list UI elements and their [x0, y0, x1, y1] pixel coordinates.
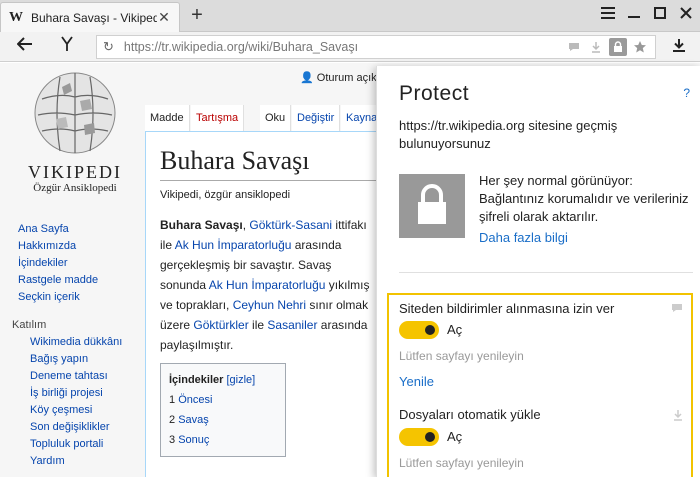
sidebar-item-help[interactable]: Yardım: [30, 455, 122, 472]
link-gokturkler[interactable]: Göktürkler: [193, 318, 248, 332]
article-source: Vikipedi, özgür ansiklopedi: [160, 189, 291, 201]
sidebar-item-main-page[interactable]: Ana Sayfa: [18, 223, 98, 240]
wiki-tabs: Madde Tartışma Oku Değiştir Kayna: [145, 105, 385, 131]
site-message: https://tr.wikipedia.org sitesine geçmiş…: [399, 118, 618, 151]
wikipedia-globe-logo[interactable]: [20, 69, 130, 157]
tab-title: Buhara Savaşı - Vikipedi: [31, 10, 157, 25]
chat-icon: [671, 303, 683, 316]
sidebar-item-random[interactable]: Rastgele madde: [18, 274, 98, 291]
protect-popup: Protect ? https://tr.wikipedia.org sites…: [376, 66, 700, 477]
star-icon[interactable]: [631, 38, 649, 56]
toc-item-number: 1: [169, 394, 176, 406]
reload-link[interactable]: Yenile: [399, 374, 434, 389]
sidebar-item-village-pump[interactable]: Köy çeşmesi: [30, 404, 122, 421]
user-icon: 👤: [300, 72, 314, 84]
reload-icon[interactable]: ↻: [103, 39, 114, 55]
sidebar-heading-participation: Katılım: [12, 319, 47, 331]
article-text: ile: [248, 318, 268, 332]
sidebar-item-collaboration[interactable]: İş birliği projesi: [30, 387, 122, 404]
toc-item-number: 2: [169, 414, 176, 426]
menu-icon[interactable]: [598, 6, 618, 26]
close-icon[interactable]: [676, 6, 696, 26]
article-title: Buhara Savaşı: [160, 146, 390, 181]
back-icon[interactable]: [14, 36, 36, 58]
link-sasaniler[interactable]: Sasaniler: [267, 318, 317, 332]
wiki-slogan: Özgür Ansiklopedi: [33, 182, 117, 194]
notifications-reload-hint: Lütfen sayfayı yenileyin: [399, 349, 524, 363]
chat-icon[interactable]: [565, 38, 583, 56]
notifications-toggle-state: Aç: [447, 322, 463, 337]
url-field[interactable]: ↻ https://tr.wikipedia.org/wiki/Buhara_S…: [96, 35, 656, 59]
toc-item-number: 3: [169, 434, 176, 446]
permissions-panel: Siteden bildirimler alınmasına izin ver …: [387, 293, 693, 477]
toggle-knob: [425, 325, 435, 335]
downloads-icon[interactable]: [668, 36, 690, 58]
sidebar-item-shop[interactable]: Wikimedia dükkânı: [30, 336, 122, 353]
sidebar-item-featured[interactable]: Seçkin içerik: [18, 291, 98, 308]
auto-download-permission-label: Dosyaları otomatik yükle: [399, 407, 541, 422]
browser-tab[interactable]: W Buhara Savaşı - Vikipedi ✕: [0, 2, 180, 32]
minimize-icon[interactable]: [624, 6, 644, 26]
notifications-permission-label: Siteden bildirimler alınmasına izin ver: [399, 301, 615, 316]
tab-talk[interactable]: Tartışma: [191, 105, 245, 131]
link-ak-hun[interactable]: Ak Hun İmparatorluğu: [175, 238, 292, 252]
sidebar-item-contents[interactable]: İçindekiler: [18, 257, 98, 274]
wiki-wordmark: VIKIPEDI: [28, 162, 122, 182]
url-text: https://tr.wikipedia.org/wiki/Buhara_Sav…: [123, 40, 359, 54]
tab-article[interactable]: Madde: [145, 105, 190, 131]
notifications-toggle[interactable]: [399, 321, 439, 339]
divider: [399, 272, 693, 273]
download-icon: [673, 409, 683, 424]
toc-item[interactable]: 1 Öncesi: [169, 390, 277, 410]
help-icon[interactable]: ?: [683, 86, 690, 100]
new-tab-button[interactable]: +: [186, 4, 208, 26]
toc-item-link[interactable]: Savaş: [178, 414, 209, 426]
toc-item[interactable]: 2 Savaş: [169, 410, 277, 430]
toc-title: İçindekiler: [169, 374, 224, 386]
more-info-link[interactable]: Daha fazla bilgi: [479, 230, 568, 245]
auto-download-toggle-state: Aç: [447, 429, 463, 444]
toc-item-link[interactable]: Sonuç: [178, 434, 209, 446]
user-status[interactable]: 👤 Oturum açık: [300, 71, 377, 84]
tab-close-icon[interactable]: ✕: [157, 9, 171, 26]
yandex-icon[interactable]: [56, 36, 78, 58]
tab-read[interactable]: Oku: [260, 105, 292, 131]
toggle-knob: [425, 432, 435, 442]
maximize-icon[interactable]: [650, 6, 670, 26]
article-bold-term: Buhara Savaşı: [160, 218, 243, 232]
article-content: Buhara Savaşı Vikipedi, özgür ansikloped…: [145, 131, 390, 477]
table-of-contents: İçindekiler [gizle] 1 Öncesi 2 Savaş 3 S…: [160, 363, 286, 457]
article-paragraph: Buhara Savaşı, Göktürk-Sasani ittifakı i…: [160, 215, 380, 355]
secure-lock-icon: [399, 174, 465, 238]
sidebar-navigation: Ana Sayfa Hakkımızda İçindekiler Rastgel…: [18, 223, 98, 308]
toc-toggle[interactable]: [gizle]: [226, 374, 255, 386]
sidebar-item-sandbox[interactable]: Deneme tahtası: [30, 370, 122, 387]
sidebar-participation-links: Wikimedia dükkânı Bağış yapın Deneme tah…: [30, 336, 122, 472]
link-ak-hun-2[interactable]: Ak Hun İmparatorluğu: [209, 278, 326, 292]
address-bar: ↻ https://tr.wikipedia.org/wiki/Buhara_S…: [0, 32, 700, 62]
toc-item-link[interactable]: Öncesi: [178, 394, 212, 406]
tab-edit[interactable]: Değiştir: [292, 105, 341, 131]
sidebar-item-donate[interactable]: Bağış yapın: [30, 353, 122, 370]
wikipedia-favicon-icon: W: [9, 9, 23, 25]
sidebar-item-recent-changes[interactable]: Son değişiklikler: [30, 421, 122, 438]
connection-status: Her şey normal görünüyor: Bağlantınız ko…: [479, 173, 689, 224]
link-gokturk-sasani[interactable]: Göktürk-Sasani: [249, 218, 332, 232]
user-status-label: Oturum açık: [316, 72, 377, 84]
sidebar-item-community-portal[interactable]: Topluluk portali: [30, 438, 122, 455]
auto-download-toggle[interactable]: [399, 428, 439, 446]
tab-bar: W Buhara Savaşı - Vikipedi ✕ +: [0, 0, 700, 32]
download-icon[interactable]: [587, 38, 605, 56]
link-ceyhun[interactable]: Ceyhun Nehri: [233, 298, 306, 312]
lock-icon[interactable]: [609, 38, 627, 56]
toc-item[interactable]: 3 Sonuç: [169, 430, 277, 450]
sidebar-item-about[interactable]: Hakkımızda: [18, 240, 98, 257]
auto-download-reload-hint: Lütfen sayfayı yenileyin: [399, 456, 524, 470]
protect-title: Protect: [399, 82, 470, 105]
